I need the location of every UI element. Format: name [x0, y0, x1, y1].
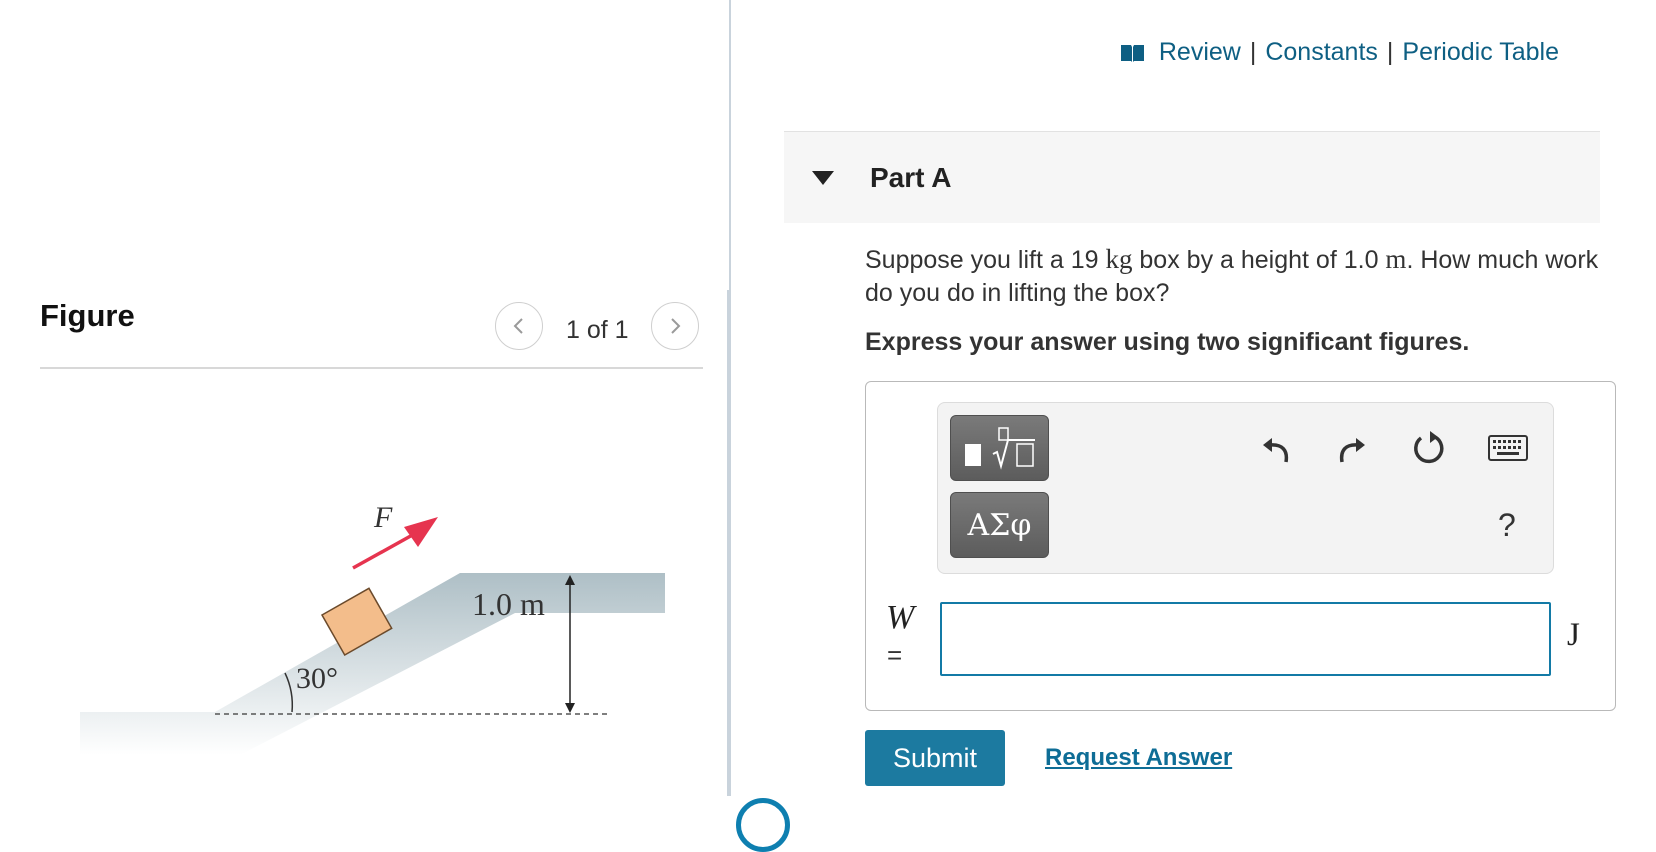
answer-equals: = [887, 640, 903, 670]
figure-prev-button[interactable] [495, 302, 543, 350]
height-label: 1.0 m [472, 586, 545, 622]
request-answer-link[interactable]: Request Answer [1045, 744, 1232, 772]
force-arrowhead [404, 517, 438, 547]
chevron-left-icon [513, 318, 523, 334]
answer-input[interactable] [940, 602, 1551, 676]
answer-variable: W [886, 599, 915, 636]
figure-heading: Figure [40, 298, 135, 333]
keyboard-button[interactable] [1487, 430, 1529, 466]
link-separator: | [1386, 38, 1394, 66]
mass-unit: kg [1105, 244, 1133, 274]
incline-figure: F 1.0 m 30° [80, 505, 665, 755]
link-separator: | [1249, 38, 1257, 66]
templates-button[interactable] [950, 415, 1049, 481]
reset-icon [1414, 431, 1444, 464]
help-button[interactable]: ? [1498, 507, 1516, 544]
height-unit: m [1385, 244, 1407, 274]
question-text: Suppose you lift a 19 kg box by a height… [865, 243, 1605, 310]
question-text-2: box by a height of 1.0 [1139, 246, 1379, 274]
undo-icon [1263, 438, 1289, 463]
chevron-right-icon [671, 318, 681, 334]
height-arrow-bottom [565, 703, 575, 713]
caret-down-icon [812, 170, 834, 185]
greek-symbols-button[interactable]: ΑΣφ [950, 492, 1049, 558]
resource-links: Review | Constants | Periodic Table [1120, 38, 1559, 67]
part-a-header[interactable]: Part A [784, 131, 1600, 223]
book-icon [1120, 44, 1144, 62]
redo-icon [1339, 438, 1365, 463]
question-text-1: Suppose you lift a 19 [865, 246, 1099, 274]
figure-counter: 1 of 1 [566, 316, 629, 344]
redo-button[interactable] [1334, 430, 1370, 466]
template-icon [964, 427, 1035, 470]
force-arrow [352, 531, 417, 570]
constants-link[interactable]: Constants [1265, 38, 1378, 67]
feedback-icon[interactable] [736, 798, 790, 852]
keyboard-icon [1488, 435, 1528, 461]
answer-unit: J [1567, 617, 1580, 653]
figure-next-button[interactable] [651, 302, 699, 350]
greek-symbols-label: ΑΣφ [967, 507, 1032, 543]
figure-divider [40, 367, 703, 369]
reset-button[interactable] [1411, 430, 1447, 466]
periodic-table-link[interactable]: Periodic Table [1402, 38, 1559, 67]
angle-label: 30° [296, 662, 338, 695]
undo-button[interactable] [1258, 430, 1294, 466]
answer-instruction: Express your answer using two significan… [865, 328, 1470, 356]
pane-divider-handle[interactable] [727, 290, 731, 796]
force-label: F [373, 505, 393, 534]
part-title: Part A [870, 161, 952, 193]
figure-pane: Figure 1 of 1 F 1.0 m 30° [0, 0, 730, 816]
review-link[interactable]: Review [1159, 38, 1241, 67]
submit-button[interactable]: Submit [865, 730, 1005, 786]
